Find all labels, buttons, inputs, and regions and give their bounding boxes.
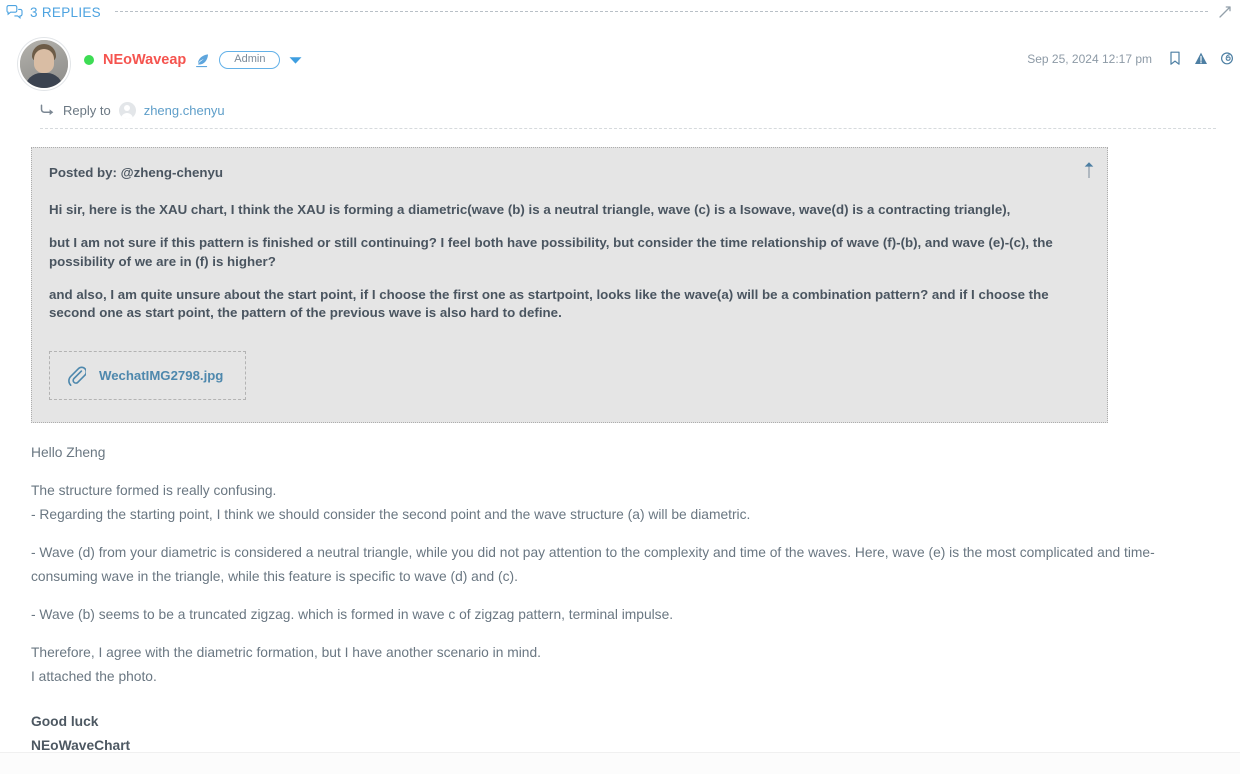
post-footer-divider <box>0 752 1240 774</box>
link-icon[interactable] <box>1220 51 1234 66</box>
body-line: Therefore, I agree with the diametric fo… <box>31 644 541 660</box>
body-line: The structure formed is really confusing… <box>31 482 277 498</box>
signature-goodluck: Good luck <box>31 713 99 729</box>
chevron-down-icon[interactable] <box>289 56 302 65</box>
post-timestamp: Sep 25, 2024 12:17 pm <box>1027 51 1152 66</box>
paperclip-icon <box>68 366 86 387</box>
bookmark-icon[interactable] <box>1168 51 1182 66</box>
header-divider <box>40 128 1216 129</box>
arrow-up-icon[interactable] <box>1083 161 1095 179</box>
body-paragraph-4: Therefore, I agree with the diametric fo… <box>31 641 1211 690</box>
replies-count-label: 3 REPLIES <box>30 4 101 20</box>
body-paragraph-3: - Wave (b) seems to be a truncated zigza… <box>31 606 674 622</box>
reply-to-label: Reply to <box>63 103 111 118</box>
expand-diagonal-icon[interactable] <box>1218 5 1232 19</box>
attachment-filename: WechatIMG2798.jpg <box>99 368 224 384</box>
quote-paragraph: and also, I am quite unsure about the st… <box>49 286 1049 321</box>
post-header: NEoWaveap Admin Sep 25, 2024 12:17 pm <box>6 38 1234 90</box>
header-dashed-rule <box>114 11 1208 13</box>
admin-badge: Admin <box>219 51 281 69</box>
attachment-chip[interactable]: WechatIMG2798.jpg <box>49 351 247 401</box>
online-status-dot <box>84 55 94 65</box>
body-line: I attached the photo. <box>31 669 157 685</box>
post-actions: Sep 25, 2024 12:17 pm <box>1027 51 1234 66</box>
reply-arrow-icon <box>40 104 54 116</box>
reply-to-username[interactable]: zheng.chenyu <box>144 103 225 118</box>
reply-to-row: Reply to zheng.chenyu <box>40 90 1234 119</box>
replies-header-bar: 3 REPLIES <box>0 0 1240 24</box>
comments-icon <box>6 5 23 19</box>
body-paragraph-2: - Wave (d) from your diametric is consid… <box>31 544 1155 585</box>
quote-author-line: Posted by: @zheng-chenyu <box>49 165 224 180</box>
quote-paragraph: but I am not sure if this pattern is fin… <box>49 234 1053 269</box>
body-paragraph-1: The structure formed is really confusing… <box>31 479 1211 528</box>
body-line: - Regarding the starting point, I think … <box>31 507 751 523</box>
quote-paragraph: Hi sir, here is the XAU chart, I think t… <box>49 201 1011 217</box>
quill-pen-icon[interactable] <box>195 53 210 68</box>
quoted-post: Posted by: @zheng-chenyu Hi sir, here is… <box>31 147 1108 424</box>
avatar-face <box>34 49 54 73</box>
report-warning-icon[interactable] <box>1194 51 1208 66</box>
reply-body: Hello Zheng The structure formed is real… <box>31 441 1211 759</box>
body-greeting: Hello Zheng <box>31 445 106 461</box>
author-username[interactable]: NEoWaveap <box>103 52 186 68</box>
avatar[interactable] <box>18 38 70 90</box>
post-container: NEoWaveap Admin Sep 25, 2024 12:17 pm Re… <box>0 24 1240 759</box>
user-placeholder-avatar <box>118 102 136 119</box>
author-meta: NEoWaveap Admin <box>84 38 302 69</box>
